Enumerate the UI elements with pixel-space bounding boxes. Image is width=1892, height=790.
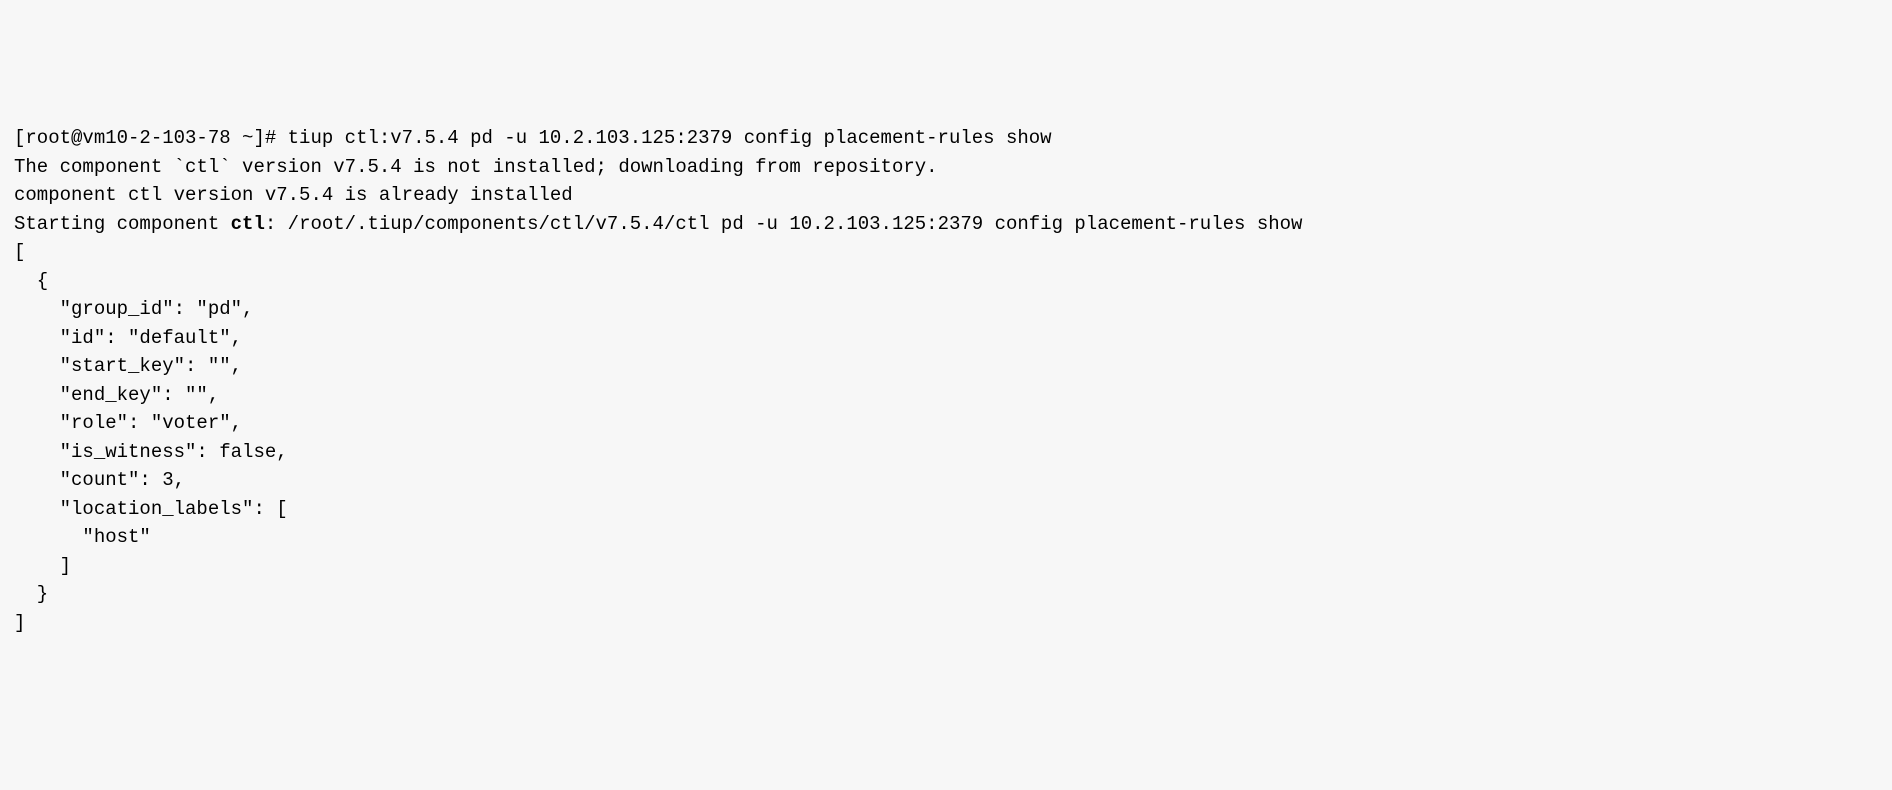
output-line-1-code: `ctl` xyxy=(174,156,231,178)
shell-prompt: [root@vm10-2-103-78 ~]# xyxy=(14,127,288,149)
output-line-3-post: : /root/.tiup/components/ctl/v7.5.4/ctl … xyxy=(265,213,1303,235)
shell-command: tiup ctl:v7.5.4 pd -u 10.2.103.125:2379 … xyxy=(288,127,1052,149)
terminal-output: [root@vm10-2-103-78 ~]# tiup ctl:v7.5.4 … xyxy=(14,124,1878,637)
output-line-1-pre: The component xyxy=(14,156,174,178)
json-output: [ { "group_id": "pd", "id": "default", "… xyxy=(14,241,288,634)
output-line-3-pre: Starting component xyxy=(14,213,231,235)
output-line-2: component ctl version v7.5.4 is already … xyxy=(14,184,573,206)
output-line-1-post: version v7.5.4 is not installed; downloa… xyxy=(231,156,938,178)
output-line-3-bold: ctl xyxy=(231,213,265,235)
